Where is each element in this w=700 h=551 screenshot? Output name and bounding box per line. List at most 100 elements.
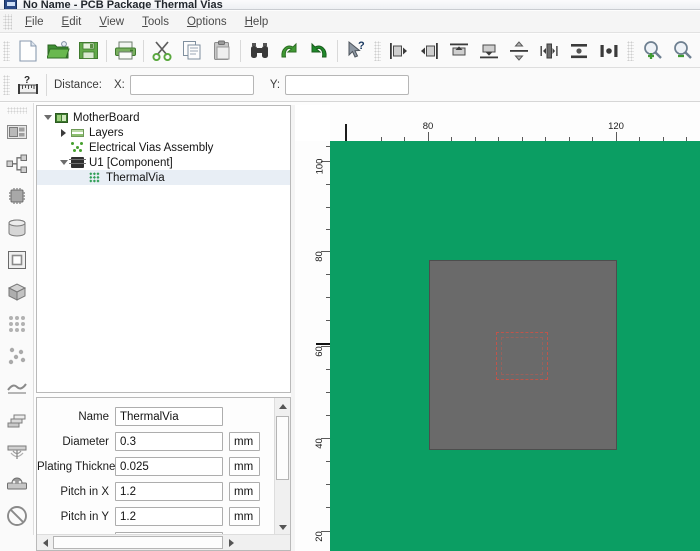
center-vertical-icon[interactable] (534, 36, 564, 66)
property-unit-diameter[interactable]: mm (229, 432, 260, 451)
zoom-out-icon[interactable] (667, 36, 697, 66)
expander-toggle-motherboard[interactable] (41, 111, 54, 124)
app-icon (4, 0, 17, 9)
forbidden-icon[interactable] (2, 501, 32, 531)
paste-clipboard-icon[interactable] (207, 36, 237, 66)
tree-node-thermalvia[interactable]: ThermalVia (37, 170, 290, 185)
redo-arrow-icon[interactable] (304, 36, 334, 66)
tree-node-label: ThermalVia (106, 171, 165, 184)
tree-node-layers[interactable]: Layers (37, 125, 290, 140)
toolbar-gripper[interactable] (374, 40, 381, 61)
cylinder-via-icon[interactable] (2, 213, 32, 243)
ball-grid-array-icon[interactable] (2, 309, 32, 339)
copy-icon[interactable] (177, 36, 207, 66)
ruler-cursor-marker (316, 343, 330, 345)
menu-item-tools[interactable]: Tools (133, 14, 178, 30)
distance-toolbar: ? Distance: X: Y: (0, 68, 700, 102)
property-row-name: Name (37, 404, 273, 429)
cube-package-icon[interactable] (2, 277, 32, 307)
open-folder-icon[interactable] (43, 36, 73, 66)
align-right-icon[interactable] (414, 36, 444, 66)
connector-icon[interactable] (2, 469, 32, 499)
cut-scissors-icon[interactable] (147, 36, 177, 66)
toolbar-separator (106, 39, 107, 62)
toolbar-separator (46, 73, 47, 96)
menu-item-view[interactable]: View (90, 14, 133, 30)
expander-toggle-layers[interactable] (57, 126, 70, 139)
tree-node-u1-component[interactable]: U1 [Component] (37, 155, 290, 170)
property-unit-pitch-in-y[interactable]: mm (229, 507, 260, 526)
panel-canvas-splitter[interactable] (291, 105, 295, 551)
menu-item-tools-label: ools (147, 15, 169, 28)
menu-item-file[interactable]: File (16, 14, 53, 30)
align-top-icon[interactable] (444, 36, 474, 66)
component-icon[interactable] (2, 181, 32, 211)
menu-item-options[interactable]: Options (178, 14, 236, 30)
help-pointer-icon[interactable]: ? (341, 36, 371, 66)
property-value-diameter[interactable] (115, 432, 223, 451)
vertical-scroll-thumb[interactable] (276, 416, 289, 480)
square-pad-icon[interactable] (2, 245, 32, 275)
property-unit-plating-thickness[interactable]: mm (229, 457, 260, 476)
scattered-vias-icon[interactable] (2, 341, 32, 371)
spread-horizontal-icon[interactable] (594, 36, 624, 66)
align-bottom-icon[interactable] (474, 36, 504, 66)
property-label: Plating Thickness (37, 460, 127, 473)
tree-node-label: Layers (89, 126, 124, 139)
expander-toggle-u1[interactable] (57, 156, 70, 169)
scroll-right-arrow-icon[interactable] (223, 534, 239, 550)
menu-bar-gripper[interactable] (3, 13, 12, 30)
property-row-pitch-in-y: Pitch in Y mm (37, 504, 273, 529)
heatsink-icon[interactable] (2, 437, 32, 467)
properties-panel[interactable]: Name Diameter mm Plating Thickness mm Pi… (36, 397, 291, 551)
layer-stack-icon[interactable] (2, 405, 32, 435)
distance-x-input[interactable] (129, 74, 254, 95)
undo-arrow-icon[interactable] (274, 36, 304, 66)
ruler-label-x: 120 (608, 121, 624, 132)
property-row-pitch-in-x: Pitch in X mm (37, 479, 273, 504)
zoom-in-icon[interactable] (637, 36, 667, 66)
menu-item-help[interactable]: Help (236, 14, 278, 30)
property-value-plating-thickness[interactable] (115, 457, 223, 476)
distance-toolbar-gripper[interactable] (3, 74, 10, 95)
tree-node-motherboard[interactable]: MotherBoard (37, 110, 290, 125)
project-tree-panel[interactable]: MotherBoard Layers Electrical Vias Assem… (36, 105, 291, 393)
find-binoculars-icon[interactable] (244, 36, 274, 66)
svg-text:?: ? (358, 40, 365, 52)
properties-vertical-scrollbar[interactable] (274, 398, 290, 535)
board-icon[interactable] (2, 117, 32, 147)
object-tools-toolbar (0, 103, 34, 551)
measure-distance-icon[interactable]: ? (13, 70, 43, 100)
horizontal-scroll-thumb[interactable] (53, 536, 223, 549)
scroll-up-arrow-icon[interactable] (275, 398, 290, 414)
property-value-pitch-in-x[interactable] (115, 482, 223, 501)
menu-item-file-label: ile (32, 15, 44, 28)
property-value-pitch-in-y[interactable] (115, 507, 223, 526)
print-icon[interactable] (110, 36, 140, 66)
menu-item-edit[interactable]: Edit (53, 14, 91, 30)
property-unit-pitch-in-x[interactable]: mm (229, 482, 260, 501)
scroll-down-arrow-icon[interactable] (275, 519, 290, 535)
align-left-icon[interactable] (384, 36, 414, 66)
save-floppy-icon[interactable] (73, 36, 103, 66)
pcb-design-canvas[interactable] (330, 141, 700, 551)
new-file-icon[interactable] (13, 36, 43, 66)
property-value-name[interactable] (115, 407, 223, 426)
tree-node-electrical-vias-assembly[interactable]: Electrical Vias Assembly (37, 140, 290, 155)
center-horizontal-icon[interactable] (564, 36, 594, 66)
vertical-toolbar-gripper[interactable] (6, 107, 27, 114)
window-title: No Name - PCB Package Thermal Vias (23, 0, 223, 10)
properties-horizontal-scrollbar[interactable] (37, 534, 290, 550)
scroll-left-arrow-icon[interactable] (37, 534, 53, 550)
component-u1-shape[interactable] (429, 260, 617, 450)
distance-label: Distance: (54, 78, 102, 91)
distance-y-input[interactable] (285, 74, 410, 95)
tree-node-label: Electrical Vias Assembly (89, 141, 214, 154)
net-routing-icon[interactable] (2, 149, 32, 179)
toolbar-gripper[interactable] (627, 40, 634, 61)
distance-y-label: Y: (269, 78, 281, 91)
trace-icon[interactable] (2, 373, 32, 403)
thermal-via-array-selection[interactable] (496, 332, 548, 380)
main-toolbar-gripper[interactable] (3, 40, 10, 61)
distribute-vertical-icon[interactable] (504, 36, 534, 66)
